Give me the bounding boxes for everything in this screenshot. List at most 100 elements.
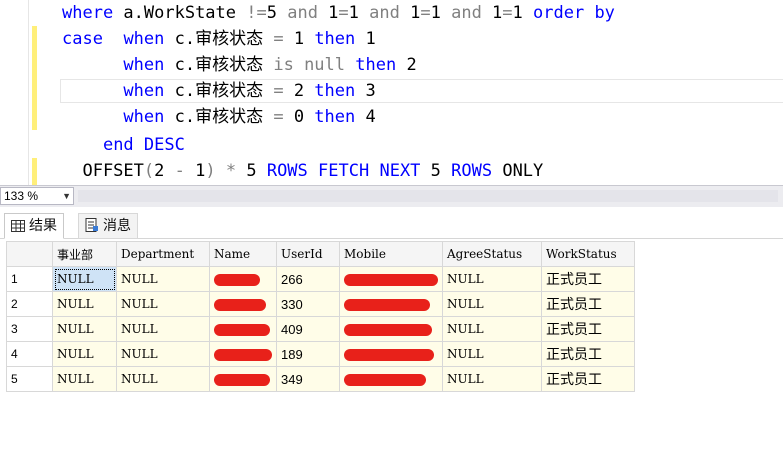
redaction-mark [214, 298, 266, 311]
cell-work-status[interactable]: 正式员工 [541, 291, 635, 317]
cell-mobile[interactable] [339, 341, 443, 367]
cell-mobile[interactable] [339, 366, 443, 392]
table-row[interactable]: 4 NULL NULL 189 NULL 正式员工 [6, 341, 635, 367]
row-number[interactable]: 4 [6, 341, 53, 367]
code-line[interactable]: when c.审核状态 = 2 then 3 [62, 78, 375, 104]
code-line[interactable]: OFFSET(2 - 1) * 5 ROWS FETCH NEXT 5 ROWS… [62, 158, 543, 184]
code-line[interactable]: end DESC [62, 132, 185, 158]
cell-work-status[interactable]: 正式员工 [541, 266, 635, 292]
grid-icon [11, 216, 25, 240]
cell-user-id[interactable]: 330 [276, 291, 340, 317]
cell-work-status[interactable]: 正式员工 [541, 341, 635, 367]
code-token: * [225, 161, 237, 181]
results-tab-strip: 结果 消息 [0, 207, 783, 239]
table-row[interactable]: 3 NULL NULL 409 NULL 正式员工 [6, 316, 635, 342]
cell-department[interactable]: NULL [116, 266, 210, 292]
code-line[interactable]: case when c.审核状态 = 1 then 1 [62, 26, 376, 52]
code-token: 5 [420, 161, 452, 181]
table-row[interactable]: 5 NULL NULL 349 NULL 正式员工 [6, 366, 635, 392]
cell-name[interactable] [209, 291, 277, 317]
tab-results[interactable]: 结果 [4, 213, 64, 239]
cell-department[interactable]: NULL [116, 291, 210, 317]
row-number[interactable]: 1 [6, 266, 53, 292]
code-token: DESC [143, 135, 185, 155]
cell-user-id[interactable]: 349 [276, 366, 340, 392]
code-token: then [314, 107, 356, 127]
column-header[interactable]: UserId [276, 241, 340, 267]
cell-work-status[interactable]: 正式员工 [541, 316, 635, 342]
table-row[interactable]: 2 NULL NULL 330 NULL 正式员工 [6, 291, 635, 317]
row-number[interactable]: 5 [6, 366, 53, 392]
code-token: then [355, 55, 397, 75]
cell-department[interactable]: NULL [116, 366, 210, 392]
code-token: ) [205, 161, 216, 181]
code-token: 1 [355, 29, 376, 49]
code-token: = [420, 3, 431, 23]
code-token: 1 [399, 3, 421, 23]
cell-work-status[interactable]: 正式员工 [541, 366, 635, 392]
code-line[interactable]: when c.审核状态 = 0 then 4 [62, 104, 375, 130]
sql-editor[interactable]: where a.WorkState !=5 and 1=1 and 1=1 an… [0, 0, 783, 185]
column-header[interactable]: Department [116, 241, 210, 267]
message-icon [85, 216, 99, 240]
column-header[interactable]: 事业部 [52, 241, 117, 267]
code-token: c.审核状态 [164, 81, 274, 101]
cell-agree-status[interactable]: NULL [442, 291, 542, 317]
redaction-mark [344, 273, 438, 286]
cell-dept-unit[interactable]: NULL [52, 266, 117, 292]
zoom-dropdown[interactable]: 133 % ▼ [0, 187, 74, 205]
column-header[interactable]: AgreeStatus [442, 241, 542, 267]
row-number[interactable]: 2 [6, 291, 53, 317]
code-token: 1 [481, 3, 503, 23]
cell-department[interactable]: NULL [116, 341, 210, 367]
code-token: 2 [396, 55, 417, 75]
code-token: 1 [430, 3, 452, 23]
cell-name[interactable] [209, 341, 277, 367]
code-token: = [273, 107, 284, 127]
cell-dept-unit[interactable]: NULL [52, 366, 117, 392]
row-number[interactable]: 3 [6, 316, 53, 342]
change-marker [32, 26, 37, 130]
code-token: then [314, 29, 356, 49]
code-token: = [273, 81, 284, 101]
cell-agree-status[interactable]: NULL [442, 341, 542, 367]
cell-dept-unit[interactable]: NULL [52, 291, 117, 317]
cell-name[interactable] [209, 316, 277, 342]
editor-gutter [0, 0, 29, 185]
redaction-mark [214, 323, 270, 336]
row-selector-header[interactable] [6, 241, 53, 267]
tab-results-label: 结果 [29, 218, 57, 234]
code-token: 2 [283, 81, 315, 101]
code-token: 5 [266, 3, 288, 23]
code-token: ROWS [266, 161, 308, 181]
code-line[interactable]: where a.WorkState !=5 and 1=1 and 1=1 an… [62, 0, 615, 26]
cell-agree-status[interactable]: NULL [442, 366, 542, 392]
table-row[interactable]: 1 NULL NULL 266 NULL 正式员工 [6, 266, 635, 292]
column-header[interactable]: Name [209, 241, 277, 267]
change-marker [32, 158, 37, 185]
tab-messages[interactable]: 消息 [78, 213, 138, 239]
cell-user-id[interactable]: 189 [276, 341, 340, 367]
cell-mobile[interactable] [339, 291, 443, 317]
code-line[interactable]: when c.审核状态 is null then 2 [62, 52, 417, 78]
column-header[interactable]: WorkStatus [541, 241, 635, 267]
cell-dept-unit[interactable]: NULL [52, 341, 117, 367]
cell-user-id[interactable]: 266 [276, 266, 340, 292]
cell-mobile[interactable] [339, 316, 443, 342]
horizontal-scrollbar[interactable] [78, 190, 778, 202]
cell-name[interactable] [209, 266, 277, 292]
column-header[interactable]: Mobile [339, 241, 443, 267]
cell-agree-status[interactable]: NULL [442, 266, 542, 292]
cell-agree-status[interactable]: NULL [442, 316, 542, 342]
cell-name[interactable] [209, 366, 277, 392]
cell-user-id[interactable]: 409 [276, 316, 340, 342]
cell-department[interactable]: NULL [116, 316, 210, 342]
code-token: a.WorkState [113, 3, 247, 23]
cell-mobile[interactable] [339, 266, 443, 292]
cell-dept-unit[interactable]: NULL [52, 316, 117, 342]
